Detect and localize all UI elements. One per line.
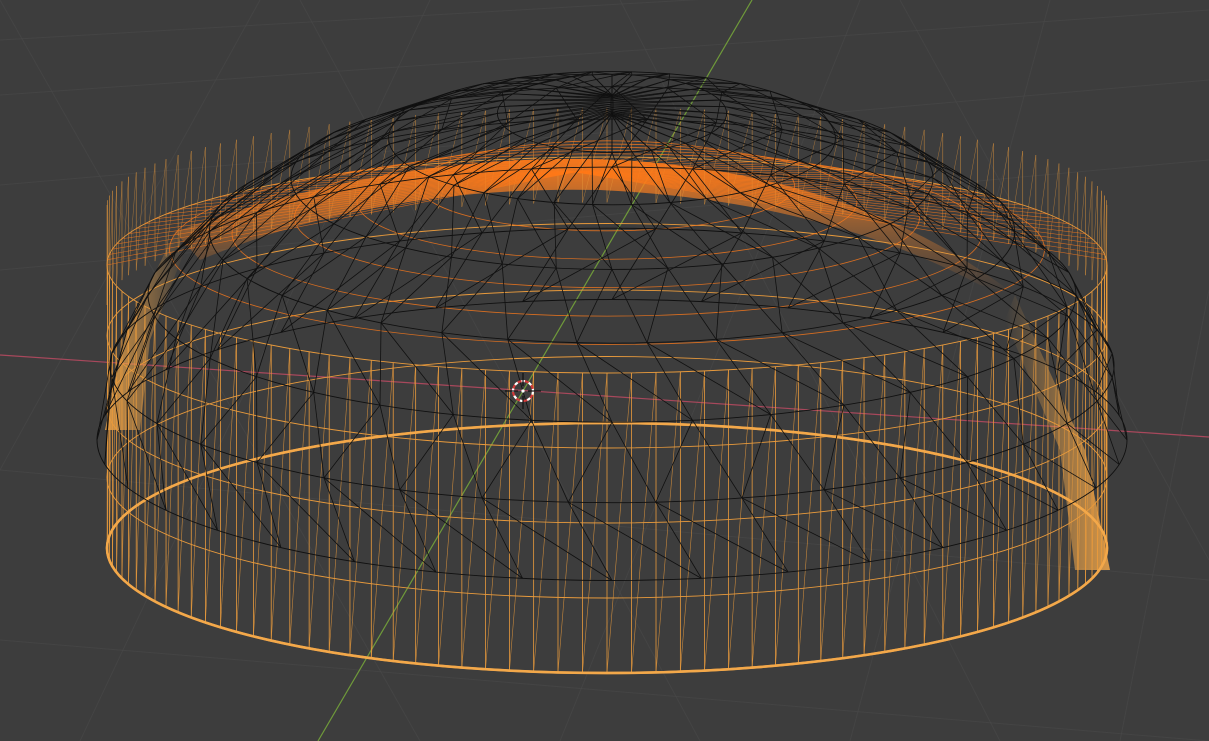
3d-cursor-icon[interactable] (505, 373, 541, 409)
viewport-canvas[interactable] (0, 0, 1209, 741)
3d-viewport[interactable] (0, 0, 1209, 741)
